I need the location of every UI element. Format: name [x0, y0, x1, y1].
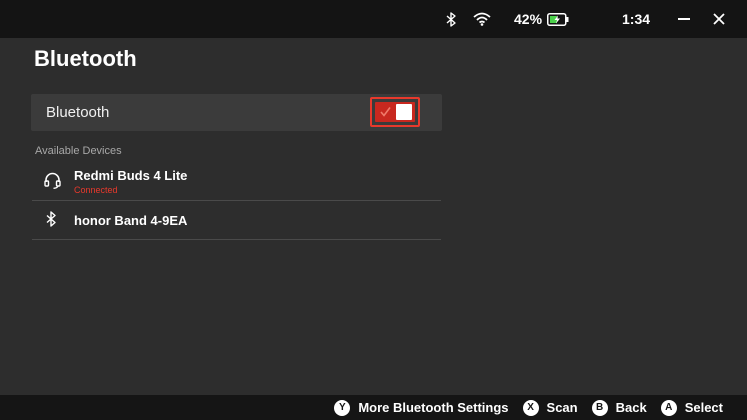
wifi-icon [473, 0, 493, 38]
device-item-honor-band[interactable]: honor Band 4-9EA [32, 201, 441, 240]
focus-highlight [370, 97, 420, 127]
hint-more-settings[interactable]: Y More Bluetooth Settings [334, 399, 509, 416]
page-title: Bluetooth [34, 46, 137, 71]
minimize-icon[interactable] [677, 0, 691, 38]
bluetooth-toggle-label: Bluetooth [46, 104, 110, 121]
device-name: honor Band 4-9EA [74, 213, 188, 228]
a-button-icon: A [660, 399, 677, 416]
bluetooth-toggle-switch[interactable] [375, 102, 415, 122]
controller-hints-bar: Y More Bluetooth Settings X Scan B Back … [0, 395, 747, 420]
hint-back[interactable]: B Back [591, 399, 647, 416]
bluetooth-icon [446, 0, 462, 38]
bluetooth-icon [44, 211, 58, 232]
status-bar: 42% 1:34 [0, 0, 747, 38]
clock: 1:34 [622, 11, 651, 27]
hint-label: Select [684, 400, 723, 415]
hint-label: Back [615, 400, 647, 415]
x-button-icon: X [522, 399, 539, 416]
hint-label: More Bluetooth Settings [358, 400, 509, 415]
device-name: Redmi Buds 4 Lite [74, 168, 188, 183]
bluetooth-toggle-row[interactable]: Bluetooth [31, 94, 442, 131]
device-item-redmi-buds[interactable]: Redmi Buds 4 Lite Connected [32, 160, 441, 201]
battery-charging-icon [547, 0, 569, 38]
y-button-icon: Y [334, 399, 351, 416]
checkmark-icon [380, 105, 391, 123]
b-button-icon: B [591, 399, 608, 416]
hint-select[interactable]: A Select [660, 399, 723, 416]
hint-scan[interactable]: X Scan [522, 399, 578, 416]
hint-label: Scan [546, 400, 578, 415]
battery-percent: 42% [514, 11, 543, 27]
device-status: Connected [74, 185, 118, 195]
headset-icon [44, 172, 61, 194]
close-icon[interactable] [713, 0, 725, 38]
section-header-available-devices: Available Devices [35, 145, 122, 157]
toggle-knob [396, 104, 412, 120]
